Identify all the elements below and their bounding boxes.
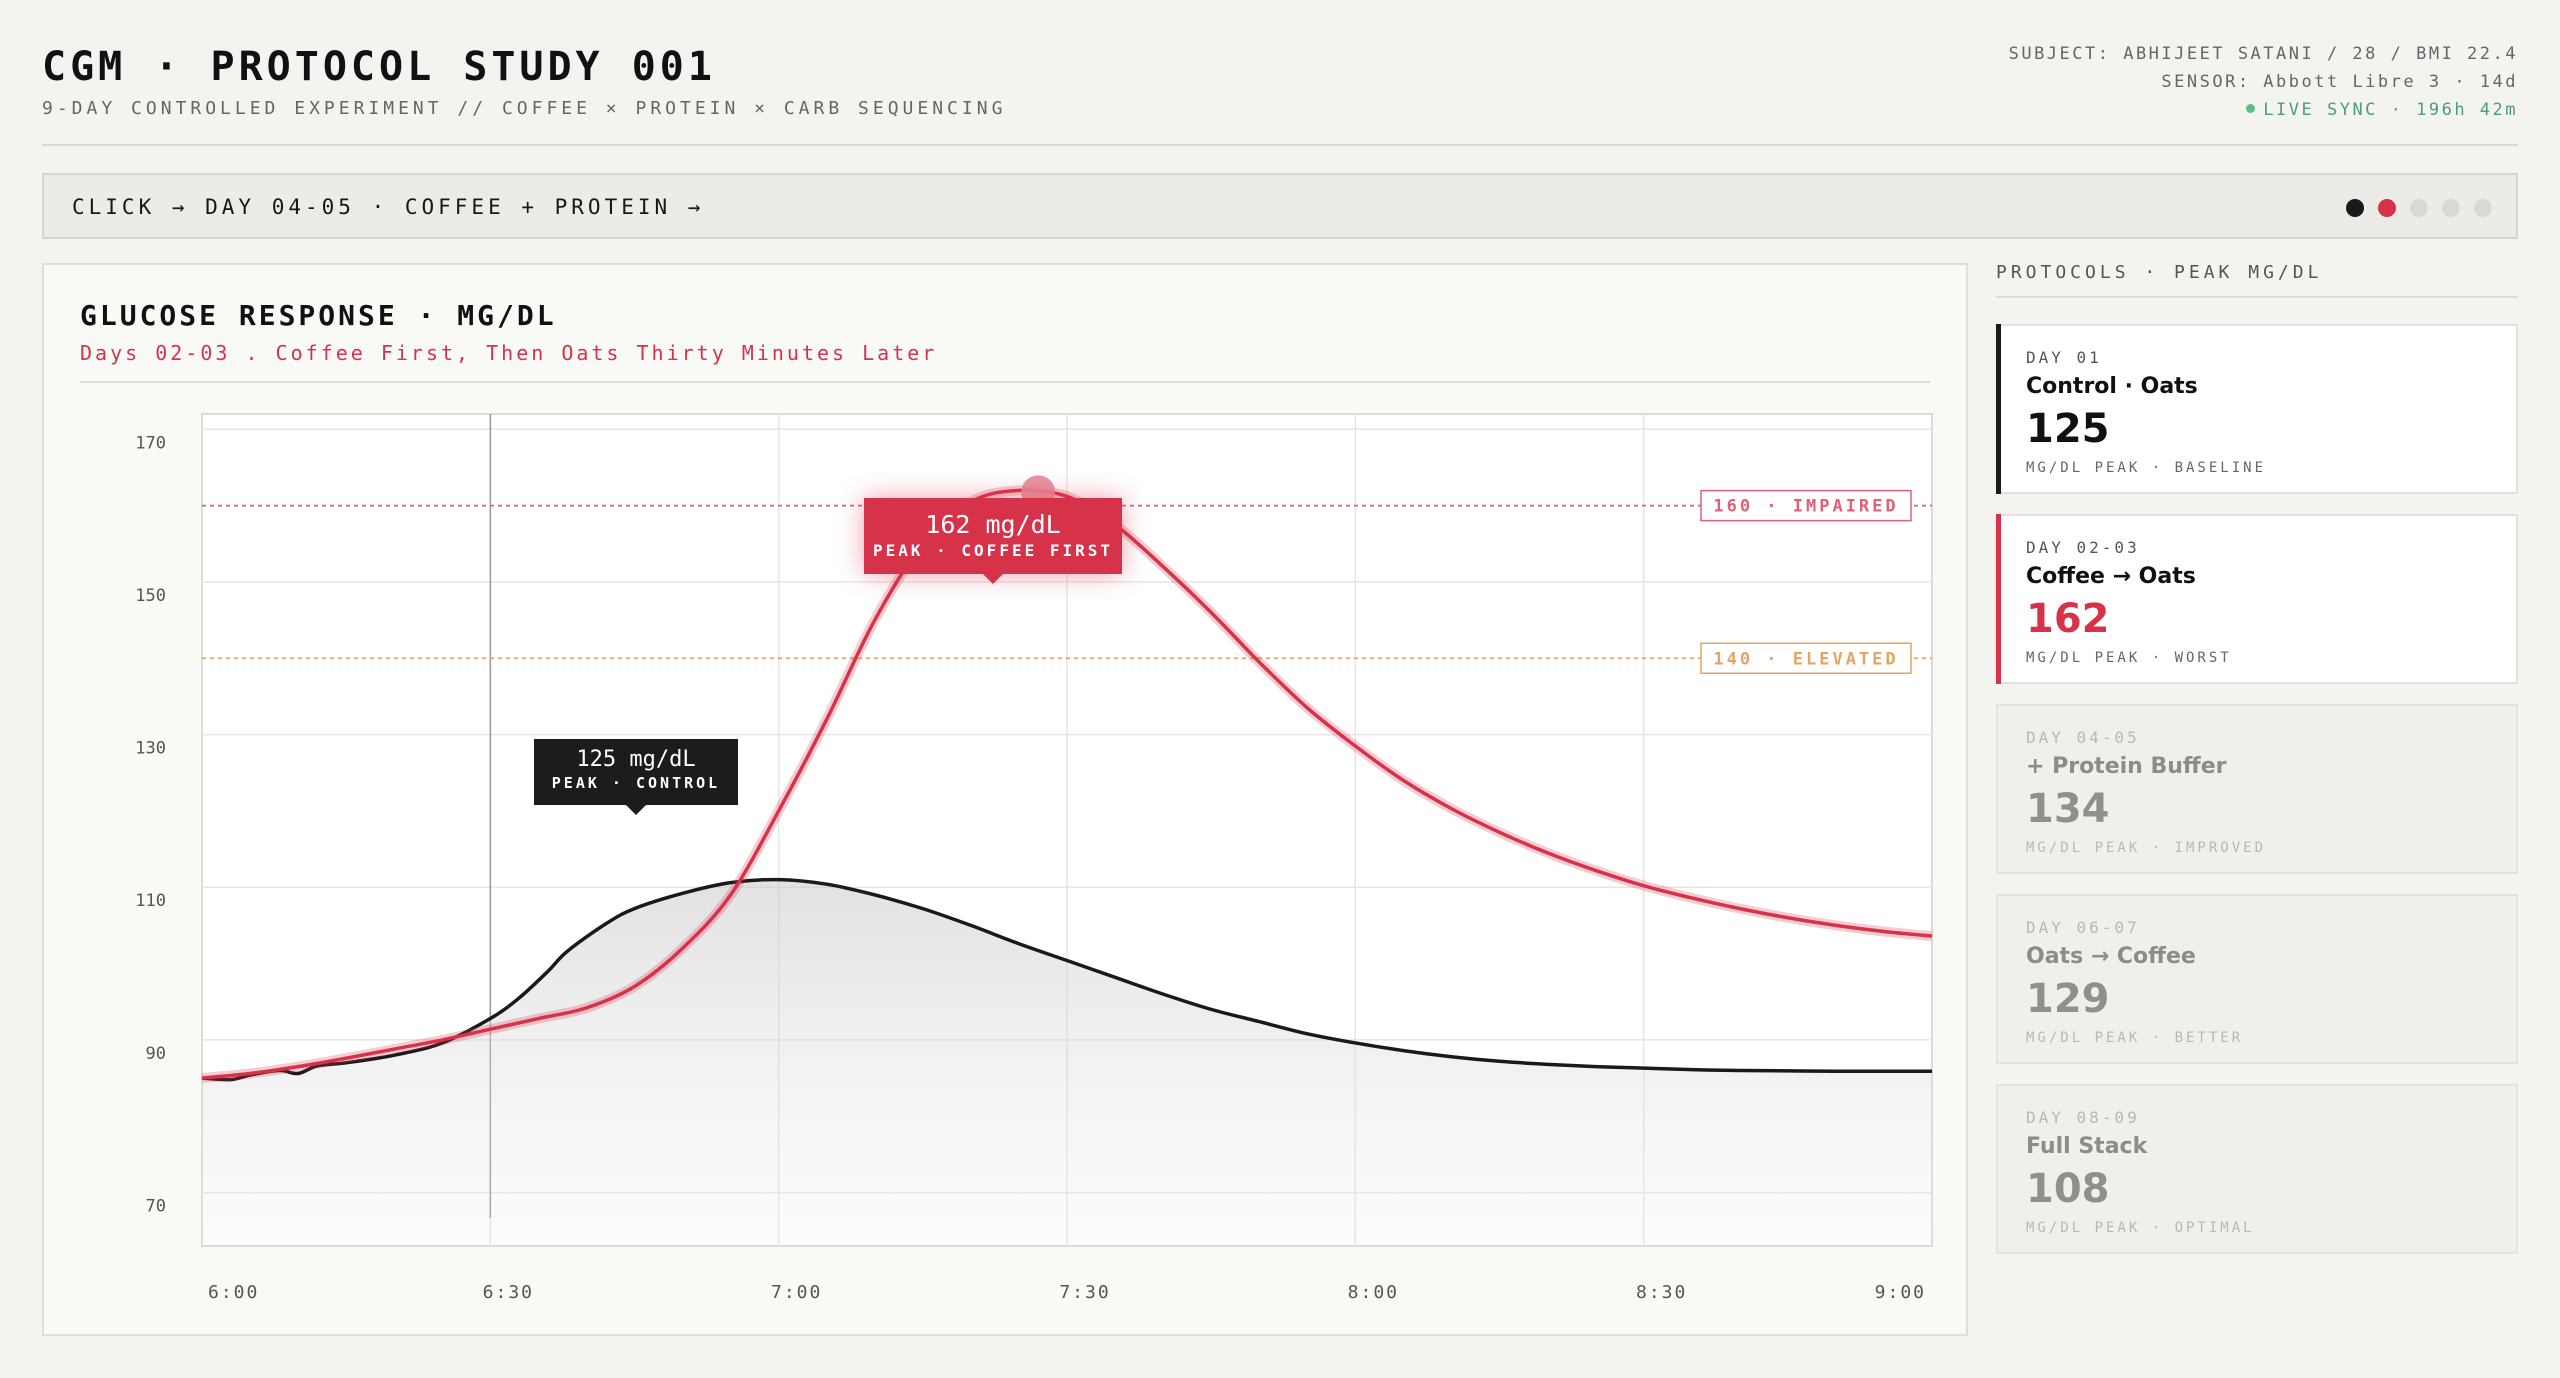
y-tick-label: 110 — [135, 891, 166, 911]
pager-dot-4[interactable] — [2442, 199, 2460, 217]
x-tick-label: 9:00 — [1875, 1282, 1926, 1303]
card-name: + Protein Buffer — [2026, 754, 2227, 779]
card-peak-value: 162 — [2026, 596, 2110, 642]
card-peak-value: 108 — [2026, 1166, 2110, 1212]
peak-tooltip-coffee-first: 162 mg/dL PEAK · COFFEE FIRST — [864, 498, 1122, 584]
pager-dot-2[interactable] — [2378, 199, 2396, 217]
subject-meta: SUBJECT: ABHIJEET SATANI / 28 / BMI 22.4… — [2009, 40, 2518, 124]
card-day: DAY 04-05 — [2026, 728, 2140, 747]
y-tick-label: 130 — [135, 739, 166, 759]
x-tick-label: 7:00 — [771, 1282, 822, 1303]
card-footnote: MG/DL PEAK · WORST — [2026, 650, 2232, 666]
threshold-label: 140 · ELEVATED — [1713, 649, 1898, 669]
page-header: CGM · PROTOCOL STUDY 001 9-DAY CONTROLLE… — [42, 40, 2518, 144]
card-footnote: MG/DL PEAK · OPTIMAL — [2026, 1220, 2255, 1236]
protocol-card[interactable]: DAY 08-09 Full Stack 108 MG/DL PEAK · OPTIM… — [1996, 1084, 2518, 1254]
pager-dot-3[interactable] — [2410, 199, 2428, 217]
tooltip-label: PEAK · CONTROL — [551, 774, 721, 792]
sensor-info: SENSOR: Abbott Libre 3 · 14d — [2161, 72, 2518, 92]
card-footnote: MG/DL PEAK · IMPROVED — [2026, 840, 2267, 856]
sidebar-divider — [1996, 296, 2518, 298]
card-footnote: MG/DL PEAK · BETTER — [2026, 1030, 2244, 1046]
protocol-card[interactable]: DAY 06-07 Oats → Coffee 129 MG/DL PEAK · BE… — [1996, 894, 2518, 1064]
x-tick-label: 8:00 — [1348, 1282, 1399, 1303]
x-tick-label: 6:00 — [208, 1282, 259, 1303]
live-sync-status: LIVE SYNC · 196h 42m — [2009, 96, 2518, 124]
card-accent-bar — [1996, 324, 2001, 494]
subject-info: SUBJECT: ABHIJEET SATANI / 28 / BMI 22.4 — [2008, 44, 2518, 64]
pager-dot-5[interactable] — [2474, 199, 2492, 217]
card-name: Oats → Coffee — [2026, 944, 2196, 969]
live-dot-icon — [2246, 104, 2256, 113]
chart-panel: GLUCOSE RESPONSE · MG/DL Days 02-03 . Co… — [42, 263, 1968, 1336]
next-protocol-banner[interactable]: CLICK → DAY 04-05 · COFFEE + PROTEIN → — [42, 173, 2518, 239]
y-tick-label: 70 — [146, 1197, 166, 1217]
page-title: CGM · PROTOCOL STUDY 001 — [42, 44, 716, 90]
x-tick-label: 7:30 — [1059, 1282, 1110, 1303]
pager-dot-1[interactable] — [2346, 199, 2364, 217]
protocol-card[interactable]: DAY 01 Control · Oats 125 MG/DL PEAK · BASE… — [1996, 324, 2518, 494]
card-footnote: MG/DL PEAK · BASELINE — [2026, 460, 2267, 476]
threshold-label: 160 · IMPAIRED — [1713, 497, 1898, 517]
card-day: DAY 08-09 — [2026, 1108, 2140, 1127]
x-tick-label: 8:30 — [1636, 1282, 1687, 1303]
glucose-chart[interactable]: 170 150 130 110 90 70 6:00 6:30 7:00 7:30 8:00 8:30… — [44, 265, 1970, 1338]
protocol-card[interactable]: DAY 04-05 + Protein Buffer 134 MG/DL PEAK ·… — [1996, 704, 2518, 874]
protocol-pager — [2346, 199, 2492, 217]
peak-tooltip-control: 125 mg/dL PEAK · CONTROL — [534, 739, 738, 815]
sidebar-heading: PROTOCOLS · PEAK MG/DL — [1996, 262, 2323, 283]
tooltip-arrow — [983, 574, 1003, 584]
card-peak-value: 129 — [2026, 976, 2110, 1022]
card-peak-value: 125 — [2026, 406, 2110, 452]
card-peak-value: 134 — [2026, 786, 2110, 832]
tooltip-label: PEAK · COFFEE FIRST — [872, 541, 1114, 560]
y-tick-label: 90 — [146, 1044, 166, 1064]
card-accent-bar — [1996, 514, 2001, 684]
card-day: DAY 06-07 — [2026, 918, 2140, 937]
page-subtitle: 9-DAY CONTROLLED EXPERIMENT // COFFEE × … — [42, 98, 1007, 119]
banner-text[interactable]: CLICK → DAY 04-05 · COFFEE + PROTEIN → — [72, 195, 704, 219]
card-name: Full Stack — [2026, 1134, 2148, 1159]
tooltip-value: 125 mg/dL — [576, 747, 696, 772]
card-name: Control · Oats — [2026, 374, 2198, 399]
x-tick-label: 6:30 — [483, 1282, 534, 1303]
tooltip-value: 162 mg/dL — [925, 510, 1061, 539]
tooltip-arrow — [626, 805, 646, 815]
card-day: DAY 02-03 — [2026, 538, 2140, 557]
header-divider — [42, 144, 2518, 146]
protocol-card[interactable]: DAY 02-03 Coffee → Oats 162 MG/DL PEAK · WO… — [1996, 514, 2518, 684]
live-sync-text: LIVE SYNC · 196h 42m — [2263, 100, 2518, 120]
y-tick-label: 170 — [135, 433, 166, 453]
y-tick-label: 150 — [135, 586, 166, 606]
card-name: Coffee → Oats — [2026, 564, 2196, 589]
card-day: DAY 01 — [2026, 348, 2102, 367]
